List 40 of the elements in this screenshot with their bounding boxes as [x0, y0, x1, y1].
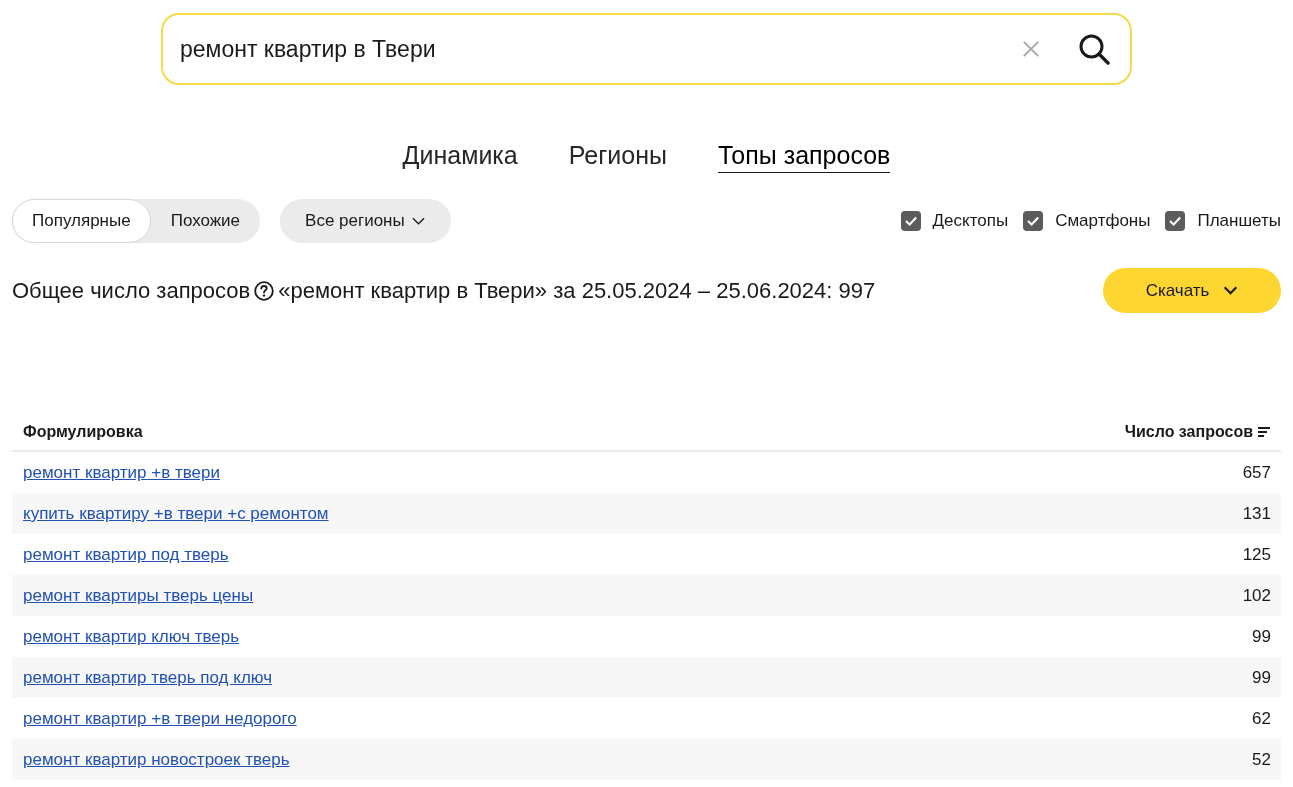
column-header: Формулировка: [23, 421, 143, 442]
summary-text: «ремонт квартир в Твери» за 25.05.2024 – 25.06.2024: 997: [278, 277, 876, 305]
segment-option[interactable]: Популярные: [12, 199, 151, 243]
chevron-down-icon: [1223, 286, 1239, 295]
tab[interactable]: Динамика: [402, 139, 518, 173]
query-link[interactable]: ремонт квартир +в твери недорого: [23, 705, 297, 732]
segment-option[interactable]: Похожие: [150, 199, 261, 243]
count-cell-text: 52: [1252, 748, 1271, 771]
query-link[interactable]: ремонт квартиры тверь цены: [23, 582, 254, 609]
sort-icon: [1258, 426, 1270, 437]
chevron-down-icon: [411, 217, 425, 225]
column-header[interactable]: Число запросов: [1124, 419, 1270, 444]
count-cell-text: 657: [1242, 461, 1271, 484]
query-link[interactable]: ремонт квартир +в твери: [23, 459, 220, 486]
count-cell-text: 62: [1252, 707, 1271, 730]
download-button[interactable]: Скачать: [1103, 268, 1281, 313]
help-icon[interactable]: [254, 280, 275, 301]
count-cell-text: 125: [1242, 543, 1271, 566]
checkbox-label: Смартфоны: [1055, 210, 1151, 233]
query-link[interactable]: ремонт квартир ключ тверь: [23, 623, 240, 650]
tab[interactable]: Топы запросов: [718, 139, 891, 173]
count-cell-text: 102: [1242, 584, 1271, 607]
checkbox[interactable]: [900, 211, 921, 231]
checkbox-label: Планшеты: [1197, 210, 1281, 233]
checkbox[interactable]: [1165, 211, 1186, 231]
count-cell-text: 131: [1242, 502, 1271, 525]
checkbox[interactable]: [1023, 211, 1044, 231]
query-link[interactable]: купить квартиру +в твери +с ремонтом: [23, 500, 329, 527]
query-link[interactable]: ремонт квартир новостроек тверь: [23, 746, 290, 773]
region-dropdown[interactable]: Все регионы: [280, 199, 451, 243]
count-cell-text: 99: [1252, 666, 1271, 689]
count-cell-text: 99: [1252, 625, 1271, 648]
query-link[interactable]: ремонт квартир тверь под ключ: [23, 664, 273, 691]
summary-label: Общее число запросов: [12, 277, 251, 305]
tab[interactable]: Регионы: [568, 139, 667, 173]
query-link[interactable]: ремонт квартир под тверь: [23, 541, 229, 568]
search-field[interactable]: ремонт квартир в Твери: [180, 31, 1002, 67]
search-icon[interactable]: [1078, 33, 1110, 65]
search-bar[interactable]: ремонт квартир в Твери: [161, 13, 1132, 85]
checkbox-label: Десктопы: [932, 210, 1009, 233]
